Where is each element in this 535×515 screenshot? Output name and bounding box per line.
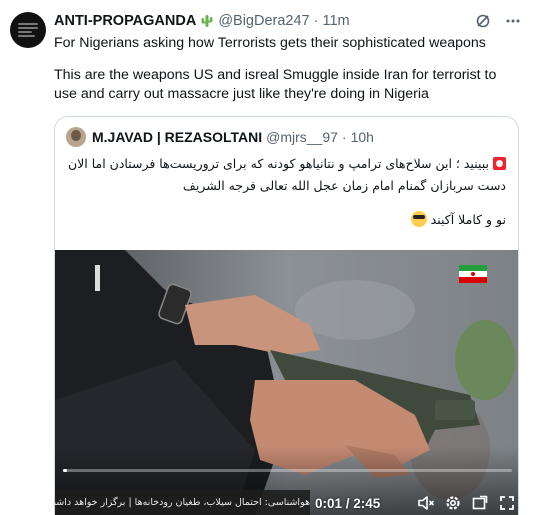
video-progress-bar[interactable] — [63, 469, 512, 472]
author-name[interactable]: ANTI-PROPAGANDA — [54, 13, 196, 29]
popout-icon — [472, 495, 488, 510]
settings-gear-icon — [446, 496, 460, 510]
quote-line-2: نو و کاملا آکبند — [67, 209, 506, 231]
video-controls — [417, 494, 516, 512]
avatar-graphic — [18, 23, 38, 39]
cactus-icon — [201, 15, 213, 27]
video-player[interactable]: هواشناسی: احتمال سیلاب، طغیان رودخانه‌ها… — [55, 250, 518, 515]
popout-button[interactable] — [471, 494, 489, 512]
separator-dot: · — [313, 13, 319, 29]
video-timecode: 0:01 / 2:45 — [315, 496, 381, 511]
quote-avatar[interactable] — [66, 127, 86, 147]
quote-line-1: ببینید ؛ این سلاح‌های ترامپ و نتانیاهو ک… — [67, 153, 506, 197]
header-actions — [475, 13, 521, 29]
tweet-line-2: This are the weapons US and isreal Smugg… — [54, 67, 497, 102]
tweet-body: For Nigerians asking how Terrorists gets… — [54, 34, 523, 117]
tweet-time[interactable]: 11m — [322, 13, 349, 29]
more-icon[interactable] — [505, 13, 521, 29]
volume-button[interactable] — [417, 494, 435, 512]
quoted-tweet[interactable]: M.JAVAD | REZASOLTANI @mjrs__97 · 10h بب… — [54, 116, 519, 515]
author-avatar[interactable] — [10, 12, 46, 48]
volume-icon — [418, 496, 435, 510]
author-handle[interactable]: @BigDera247 — [218, 13, 309, 29]
video-progress-fill — [63, 469, 67, 472]
iran-flag-icon — [459, 265, 487, 283]
quote-line-2-text: نو و کاملا آکبند — [430, 212, 506, 227]
quote-author-name[interactable]: M.JAVAD | REZASOLTANI — [92, 129, 262, 145]
grok-icon[interactable] — [475, 13, 491, 29]
fullscreen-button[interactable] — [498, 494, 516, 512]
quote-line-1-text: ببینید ؛ این سلاح‌های ترامپ و نتانیاهو ک… — [67, 156, 506, 193]
tweet-line-1: For Nigerians asking how Terrorists gets… — [54, 35, 486, 51]
quote-time[interactable]: 10h — [351, 129, 374, 145]
fullscreen-icon — [500, 496, 514, 510]
sunglasses-emoji-icon — [410, 211, 427, 227]
tweet-header: ANTI-PROPAGANDA @BigDera247 · 11m — [54, 11, 525, 31]
quote-separator-dot: · — [341, 129, 347, 145]
quote-body: ببینید ؛ این سلاح‌های ترامپ و نتانیاهو ک… — [67, 153, 506, 243]
settings-button[interactable] — [444, 494, 462, 512]
news-ticker: هواشناسی: احتمال سیلاب، طغیان رودخانه‌ها… — [55, 490, 310, 515]
quote-header: M.JAVAD | REZASOLTANI @mjrs__97 · 10h — [66, 127, 374, 147]
quote-author-handle[interactable]: @mjrs__97 — [266, 129, 338, 145]
siren-emoji-icon — [493, 157, 506, 170]
